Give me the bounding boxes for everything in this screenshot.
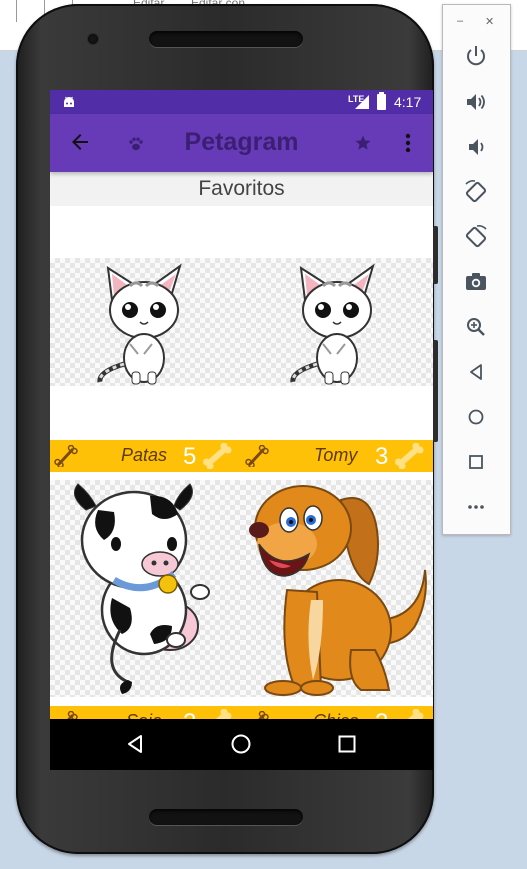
bone-rating-icon — [203, 443, 232, 469]
app-title: Petagram — [184, 128, 299, 156]
section-title: Favoritos — [50, 172, 433, 206]
volume-up-icon[interactable] — [463, 89, 489, 115]
battery-icon — [377, 92, 386, 110]
front-camera — [88, 34, 98, 44]
close-icon[interactable]: ✕ — [485, 15, 494, 28]
bone-rating-icon — [395, 443, 424, 469]
emulator-phone-frame: LTE 4:17 Petagram Favoritos Patas 5 Tomy… — [16, 4, 438, 854]
device-screen: LTE 4:17 Petagram Favoritos Patas 5 Tomy… — [50, 90, 433, 770]
emulator-control-panel: – ✕ — [442, 4, 511, 535]
pet-photo-dog[interactable] — [241, 480, 433, 697]
camera-icon[interactable] — [463, 269, 489, 295]
nav-home-icon[interactable] — [230, 733, 252, 755]
pet-photo-kitten[interactable] — [241, 258, 433, 386]
rotate-right-icon[interactable] — [463, 224, 489, 250]
signal-icon — [355, 95, 369, 109]
side-power-button[interactable] — [433, 340, 438, 442]
side-volume-button[interactable] — [433, 226, 438, 284]
volume-down-icon[interactable] — [463, 134, 489, 160]
status-bar: LTE 4:17 — [50, 90, 433, 114]
more-icon[interactable] — [463, 494, 489, 520]
kitten-illustration — [290, 263, 375, 385]
android-notification-icon — [64, 96, 74, 107]
overview-icon[interactable] — [463, 449, 489, 475]
bottom-speaker-grille — [149, 809, 303, 825]
bone-icon[interactable] — [54, 445, 78, 467]
overflow-menu-icon[interactable] — [400, 132, 416, 154]
cow-illustration — [73, 483, 210, 694]
home-icon[interactable] — [463, 404, 489, 430]
dog-illustration — [249, 485, 427, 696]
pet-name: Tomy — [314, 445, 358, 465]
nav-back-icon[interactable] — [124, 733, 146, 755]
star-icon[interactable] — [354, 134, 372, 152]
divider — [16, 0, 17, 22]
zoom-icon[interactable] — [463, 314, 489, 340]
kitten-illustration — [97, 263, 182, 385]
top-speaker-grille — [149, 31, 303, 47]
pet-card-footer: Patas 5 — [50, 440, 242, 472]
status-time: 4:17 — [394, 94, 422, 110]
nav-overview-icon[interactable] — [336, 733, 358, 755]
app-toolbar: Petagram — [50, 114, 433, 172]
power-icon[interactable] — [463, 43, 489, 69]
system-navigation-bar — [50, 719, 433, 770]
rotate-left-icon[interactable] — [463, 179, 489, 205]
bone-icon[interactable] — [245, 445, 269, 467]
pet-likes-count: 3 — [375, 443, 389, 470]
pet-card-footer: Tomy 3 — [241, 440, 433, 472]
pet-name: Patas — [121, 445, 168, 465]
minimize-icon[interactable]: – — [457, 15, 463, 27]
pet-photo-cow[interactable] — [50, 480, 242, 697]
pet-photo-kitten[interactable] — [50, 258, 242, 386]
pet-likes-count: 5 — [183, 443, 197, 470]
back-icon[interactable] — [463, 359, 489, 385]
